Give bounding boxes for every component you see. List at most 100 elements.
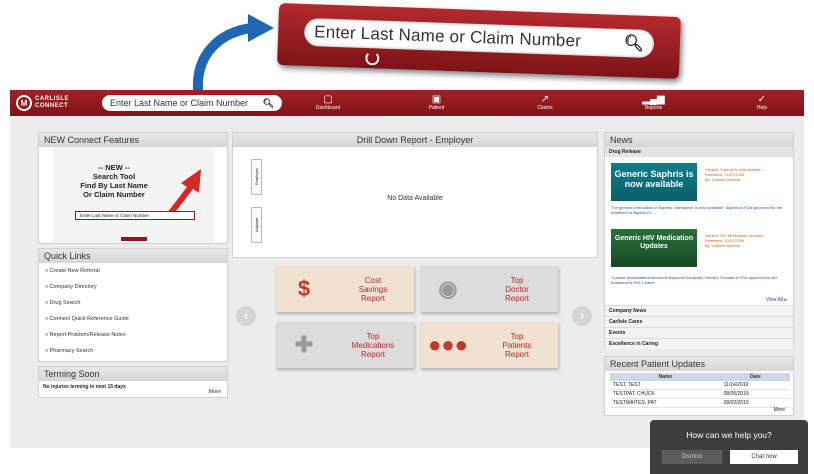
column-header-name[interactable]: Name (610, 373, 721, 381)
patients-icon: ●●● (428, 332, 468, 357)
reports-next-icon[interactable]: › (572, 306, 592, 326)
nav-item-help[interactable]: ✓ Help (732, 94, 792, 112)
carousel-next-icon[interactable]: › (220, 181, 224, 195)
top-medications-report-button[interactable]: ✚ Top Medications Report (276, 322, 414, 368)
patient-name: TEST, TEST (610, 381, 721, 390)
quick-link[interactable]: » Create New Referral (39, 263, 227, 279)
patient-name: TESTWAITES, PAT (610, 398, 721, 408)
search-callout: Enter Last Name or Claim Number 🔍︎ (277, 3, 681, 79)
nav-label-claims: Claims (537, 105, 553, 111)
top-doctor-report-button[interactable]: ◉ Top Doctor Report (420, 266, 558, 312)
panel-title: Terming Soon (39, 367, 227, 381)
nav-item-dashboard[interactable]: ▢ Dashboard (298, 94, 358, 112)
news-meta: Generic Saphris is Now Availab... Releas… (705, 167, 765, 182)
tile-label: Top Medications Report (351, 331, 395, 359)
logo-line-1: CARLISLE (35, 96, 69, 102)
nav-label-patient: Patient (428, 105, 445, 111)
dismiss-button[interactable]: Dismiss (662, 450, 722, 464)
panel-title: NEW Connect Features (39, 133, 227, 147)
patients-more-link[interactable]: More (774, 407, 785, 413)
patients-table: Name Date TEST, TEST 11/14/2019 TESTPAT,… (610, 373, 790, 408)
carousel-prev-icon[interactable]: ‹ (42, 181, 46, 195)
medication-icon: ✚ (294, 332, 314, 357)
doctor-icon: ◉ (438, 276, 458, 301)
quick-links-panel: Quick Links » Create New Referral » Comp… (38, 248, 228, 362)
chat-now-button[interactable]: Chat now (730, 450, 798, 464)
news-section-title: Drug Release (605, 147, 793, 157)
nav-item-reports[interactable]: ▂▄▆ Reports (624, 94, 684, 112)
reports-icon: ▂▄▆ (642, 94, 665, 105)
refresh-icon (365, 51, 380, 66)
terming-soon-panel: Terming Soon No injuries terming in next… (38, 366, 228, 398)
cost-savings-report-button[interactable]: $ Cost Savings Report (276, 266, 414, 312)
feature-slide[interactable]: -- NEW -- Search Tool Find By Last Name … (53, 147, 215, 243)
news-description[interactable]: Truvada (emtricitabine/tenofovir disopro… (611, 275, 791, 285)
table-row[interactable]: TESTWAITES, PAT 08/02/2019 (610, 398, 790, 408)
tab-employer[interactable]: Employer (251, 159, 262, 195)
search-input[interactable]: Enter Last Name or Claim Number 🔍︎ (102, 95, 282, 111)
reports-prev-icon[interactable]: ‹ (236, 306, 256, 326)
dollar-icon: $ (297, 276, 311, 301)
recent-patients-panel: Recent Patient Updates Name Date TEST, T… (604, 356, 794, 416)
quick-link[interactable]: » Drug Search (39, 295, 227, 311)
search-icon[interactable]: 🔍︎ (263, 98, 274, 109)
column-header-date[interactable]: Date (720, 373, 790, 381)
quick-link[interactable]: » Connect Quick Reference Guide (39, 311, 227, 327)
terming-empty-text: No injuries terming in next 15 days (43, 384, 126, 390)
news-description[interactable]: The generic formulation of Saphris, asen… (611, 205, 791, 215)
view-all-link[interactable]: View All ▸ (766, 297, 787, 303)
nav-item-patient[interactable]: ▣ Patient (407, 94, 467, 112)
tile-label: Top Doctor Report (504, 275, 529, 303)
terming-more-link[interactable]: More (208, 389, 221, 395)
news-meta: Generic HIV Medication Updates Released:… (705, 233, 764, 248)
help-icon: ✓ (757, 94, 767, 105)
slide-text: -- NEW -- Search Tool Find By Last Name … (80, 163, 148, 199)
patient-date: 08/05/2019 (720, 389, 790, 399)
patient-name: TESTPAT, CHUCK (610, 389, 721, 399)
nav-menu: ▢ Dashboard ▣ Patient ↗ Claims ▂▄▆ Repor… (298, 94, 798, 112)
red-arrow-icon (167, 169, 201, 215)
claims-icon: ↗ (540, 94, 550, 105)
news-image-saphris[interactable]: Generic Saphris is now available (611, 163, 697, 201)
nav-label-help: Help (756, 105, 768, 111)
new-features-panel: NEW Connect Features -- NEW -- Search To… (38, 132, 228, 244)
news-category[interactable]: Excellence in Caring (605, 338, 793, 349)
logo-line-2: CONNECT (35, 103, 69, 109)
panel-title: Quick Links (39, 249, 227, 263)
search-icon: 🔍︎ (623, 35, 645, 53)
patient-date: 11/14/2019 (720, 381, 790, 390)
chat-widget: How can we help you? Dismiss Chat now (650, 420, 808, 474)
quick-link[interactable]: » Company Directory (39, 279, 227, 295)
quick-link[interactable]: » Report Problem/Release Notes (39, 327, 227, 343)
logo-mark-icon: M (16, 95, 32, 111)
slide-indicator (121, 237, 147, 241)
news-category[interactable]: Events (605, 327, 793, 338)
callout-search-box: Enter Last Name or Claim Number 🔍︎ (303, 17, 655, 59)
nav-item-claims[interactable]: ↗ Claims (515, 94, 575, 112)
drill-down-panel: Drill Down Report - Employer Employer Ad… (232, 132, 598, 258)
news-category[interactable]: Carlisle Cares (605, 316, 793, 327)
quick-link[interactable]: » Pharmacy Search (39, 343, 227, 359)
dashboard-icon: ▢ (323, 94, 333, 105)
curved-arrow-icon (192, 14, 274, 94)
table-row[interactable]: TESTPAT, CHUCK 08/05/2019 (610, 389, 790, 399)
tile-label: Cost Savings Report (358, 275, 388, 303)
news-category[interactable]: Company News (605, 305, 793, 316)
slide-search-box: Enter Last Name or Claim Number (75, 211, 195, 220)
top-patients-report-button[interactable]: ●●● Top Patients Report (420, 322, 558, 368)
patient-icon: ▣ (431, 94, 442, 105)
tile-label: Top Patients Report (502, 331, 532, 359)
callout-search-placeholder: Enter Last Name or Claim Number (313, 22, 582, 51)
top-navbar: M CARLISLE CONNECT Enter Last Name or Cl… (10, 90, 804, 116)
tab-adjuster[interactable]: Adjuster (251, 207, 262, 243)
news-image-hiv[interactable]: Generic HIV Medication Updates (611, 229, 697, 267)
panel-title: Drill Down Report - Employer (233, 133, 597, 147)
nav-label-reports: Reports (644, 105, 663, 111)
logo[interactable]: M CARLISLE CONNECT (16, 95, 102, 111)
app-window: M CARLISLE CONNECT Enter Last Name or Cl… (10, 90, 804, 448)
no-data-text: No Data Available (387, 195, 443, 202)
table-row[interactable]: TEST, TEST 11/14/2019 (610, 381, 790, 390)
news-panel: News Drug Release Generic Saphris is now… (604, 132, 794, 349)
panel-title: News (605, 133, 793, 147)
nav-label-dashboard: Dashboard (315, 105, 341, 111)
